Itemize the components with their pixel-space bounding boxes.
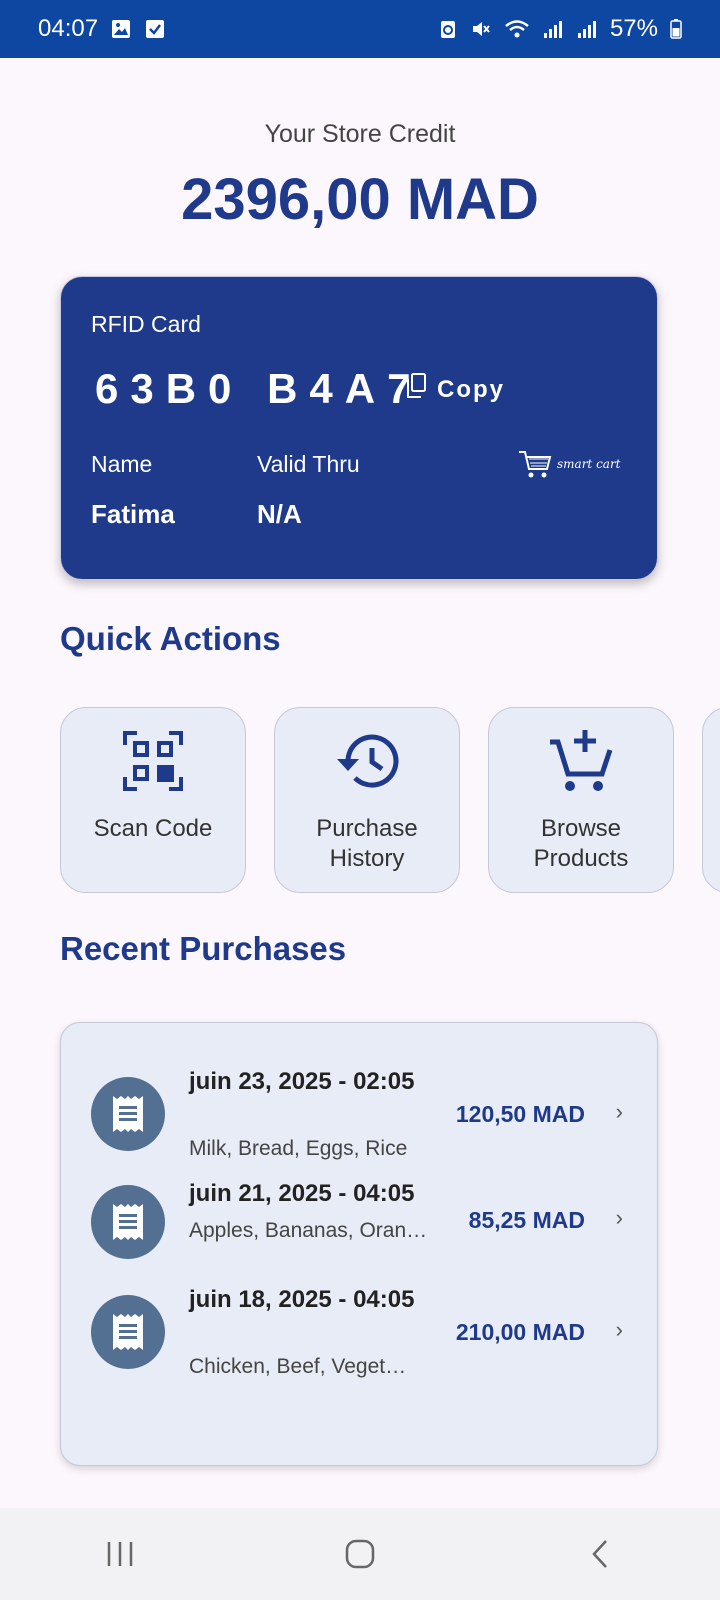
history-icon xyxy=(334,728,400,794)
copy-label: Copy xyxy=(437,375,505,403)
chevron-right-icon: › xyxy=(615,1099,623,1124)
home-button[interactable] xyxy=(320,1524,400,1584)
recent-apps-icon xyxy=(107,1542,133,1566)
quick-actions-row[interactable]: Scan Code Purchase History Browse Produc… xyxy=(60,707,720,897)
scan-code-button[interactable]: Scan Code xyxy=(60,707,246,893)
back-icon xyxy=(592,1540,607,1568)
quick-actions-title: Quick Actions xyxy=(60,620,281,657)
purchase-row[interactable]: juin 21, 2025 - 04:05 Apples, Bananas, O… xyxy=(61,1173,659,1277)
purchase-date: juin 23, 2025 - 02:05 xyxy=(189,1068,415,1095)
card-valid-value: N/A xyxy=(257,499,302,529)
purchase-date: juin 21, 2025 - 04:05 xyxy=(189,1180,415,1207)
battery-level: 57% xyxy=(609,15,658,42)
rfid-card: RFID Card 63B0 B4A7 Copy Name Valid Thru… xyxy=(60,276,658,580)
store-credit-amount: 2396,00 MAD xyxy=(181,167,539,232)
gallery-icon xyxy=(110,18,132,40)
signal-icon xyxy=(542,18,564,40)
cart-plus-icon xyxy=(548,728,614,794)
browse-products-button[interactable]: Browse Products xyxy=(488,707,674,893)
recent-apps-button[interactable] xyxy=(80,1524,160,1584)
mute-icon xyxy=(470,18,492,40)
back-button[interactable] xyxy=(560,1524,640,1584)
purchase-items: Apples, Bananas, Oran… xyxy=(189,1219,428,1242)
receipt-icon xyxy=(91,1185,165,1259)
qr-scan-icon xyxy=(121,728,185,794)
wifi-icon xyxy=(504,18,530,40)
system-nav-bar xyxy=(0,1508,720,1600)
browse-products-label: Browse Products xyxy=(533,815,629,872)
card-name-label: Name xyxy=(91,451,153,477)
smart-cart-logo: smart cart xyxy=(517,449,621,479)
chevron-right-icon: › xyxy=(615,1205,623,1230)
status-bar: 04:07 57% xyxy=(0,0,720,58)
battery-icon xyxy=(670,18,682,40)
receipt-icon xyxy=(91,1295,165,1369)
purchase-history-button[interactable]: Purchase History xyxy=(274,707,460,893)
purchase-row[interactable]: juin 18, 2025 - 04:05 Chicken, Beef, Veg… xyxy=(61,1281,659,1385)
purchase-items: Milk, Bread, Eggs, Rice xyxy=(189,1137,408,1160)
purchase-date: juin 18, 2025 - 04:05 xyxy=(189,1286,415,1313)
purchase-amount: 210,00 MAD xyxy=(455,1319,585,1345)
chevron-right-icon: › xyxy=(615,1317,623,1342)
signal-2-icon xyxy=(576,18,598,40)
data-saver-icon xyxy=(438,18,458,40)
recent-purchases-title: Recent Purchases xyxy=(60,930,347,967)
status-bar-right: 57% xyxy=(438,15,682,43)
receipt-icon xyxy=(91,1077,165,1151)
card-name-value: Fatima xyxy=(91,499,175,529)
store-credit-label: Your Store Credit xyxy=(264,120,456,148)
shopping-cart-logo-icon xyxy=(519,451,552,478)
copy-icon xyxy=(405,373,427,406)
copy-button[interactable]: Copy xyxy=(405,373,505,406)
home-icon xyxy=(345,1539,375,1569)
checkbox-notification-icon xyxy=(144,18,166,40)
quick-action-partial-tile[interactable] xyxy=(702,707,720,893)
scan-code-label: Scan Code xyxy=(93,815,213,842)
card-valid-label: Valid Thru xyxy=(257,451,360,477)
purchase-amount: 85,25 MAD xyxy=(468,1207,585,1233)
status-time: 04:07 xyxy=(38,15,99,42)
status-bar-left: 04:07 xyxy=(38,15,166,43)
purchase-items: Chicken, Beef, Veget… xyxy=(189,1355,407,1378)
smart-cart-logo-text: smart cart xyxy=(557,457,621,471)
rfid-card-number: 63B0 B4A7 xyxy=(95,365,423,412)
recent-purchases-list: juin 23, 2025 - 02:05 Milk, Bread, Eggs,… xyxy=(60,1022,658,1466)
rfid-card-title: RFID Card xyxy=(91,311,201,337)
purchase-history-label: Purchase History xyxy=(316,815,418,872)
purchase-amount: 120,50 MAD xyxy=(455,1101,585,1127)
purchase-row[interactable]: juin 23, 2025 - 02:05 Milk, Bread, Eggs,… xyxy=(61,1063,659,1167)
